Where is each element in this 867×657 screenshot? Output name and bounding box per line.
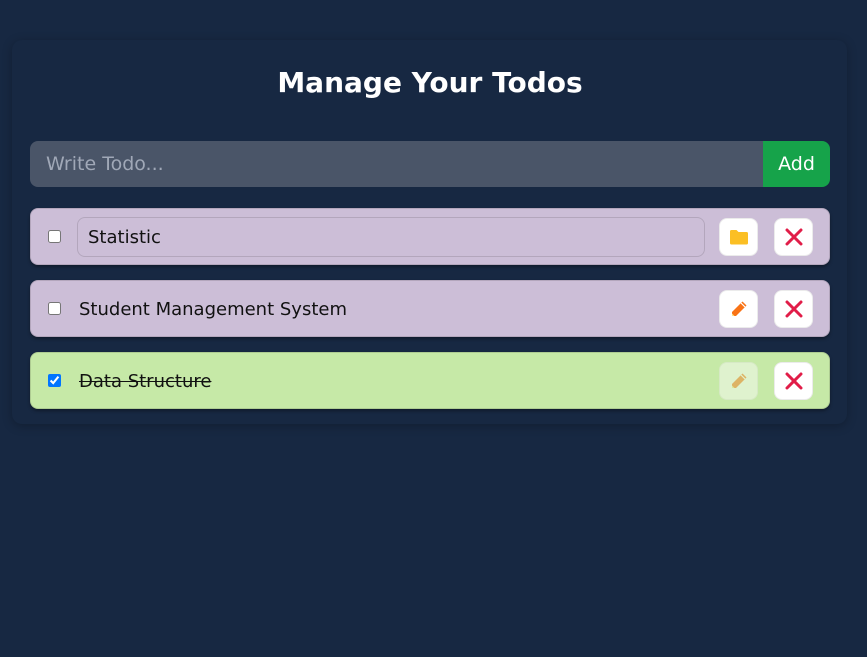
- close-icon: [785, 372, 802, 390]
- pencil-icon: [731, 373, 746, 388]
- todo-checkbox[interactable]: [48, 230, 61, 243]
- page-title: Manage Your Todos: [277, 66, 583, 99]
- todo-checkbox[interactable]: [48, 302, 61, 315]
- close-icon: [785, 228, 802, 246]
- close-icon: [785, 300, 802, 318]
- todo-text-field[interactable]: [77, 217, 705, 257]
- todo-input[interactable]: [30, 141, 763, 187]
- delete-button[interactable]: [774, 290, 813, 328]
- todo-text-field[interactable]: [77, 289, 705, 329]
- save-button[interactable]: [719, 218, 758, 256]
- todo-item: [30, 280, 830, 337]
- add-button[interactable]: Add: [763, 141, 830, 187]
- pencil-icon: [731, 301, 746, 316]
- add-todo-form: Add: [30, 141, 830, 187]
- todo-item: [30, 352, 830, 409]
- todo-item: [30, 208, 830, 265]
- delete-button[interactable]: [774, 218, 813, 256]
- edit-button: [719, 362, 758, 400]
- folder-icon: [729, 230, 748, 245]
- todo-text-field[interactable]: [77, 361, 705, 401]
- todo-checkbox[interactable]: [48, 374, 61, 387]
- edit-button[interactable]: [719, 290, 758, 328]
- delete-button[interactable]: [774, 362, 813, 400]
